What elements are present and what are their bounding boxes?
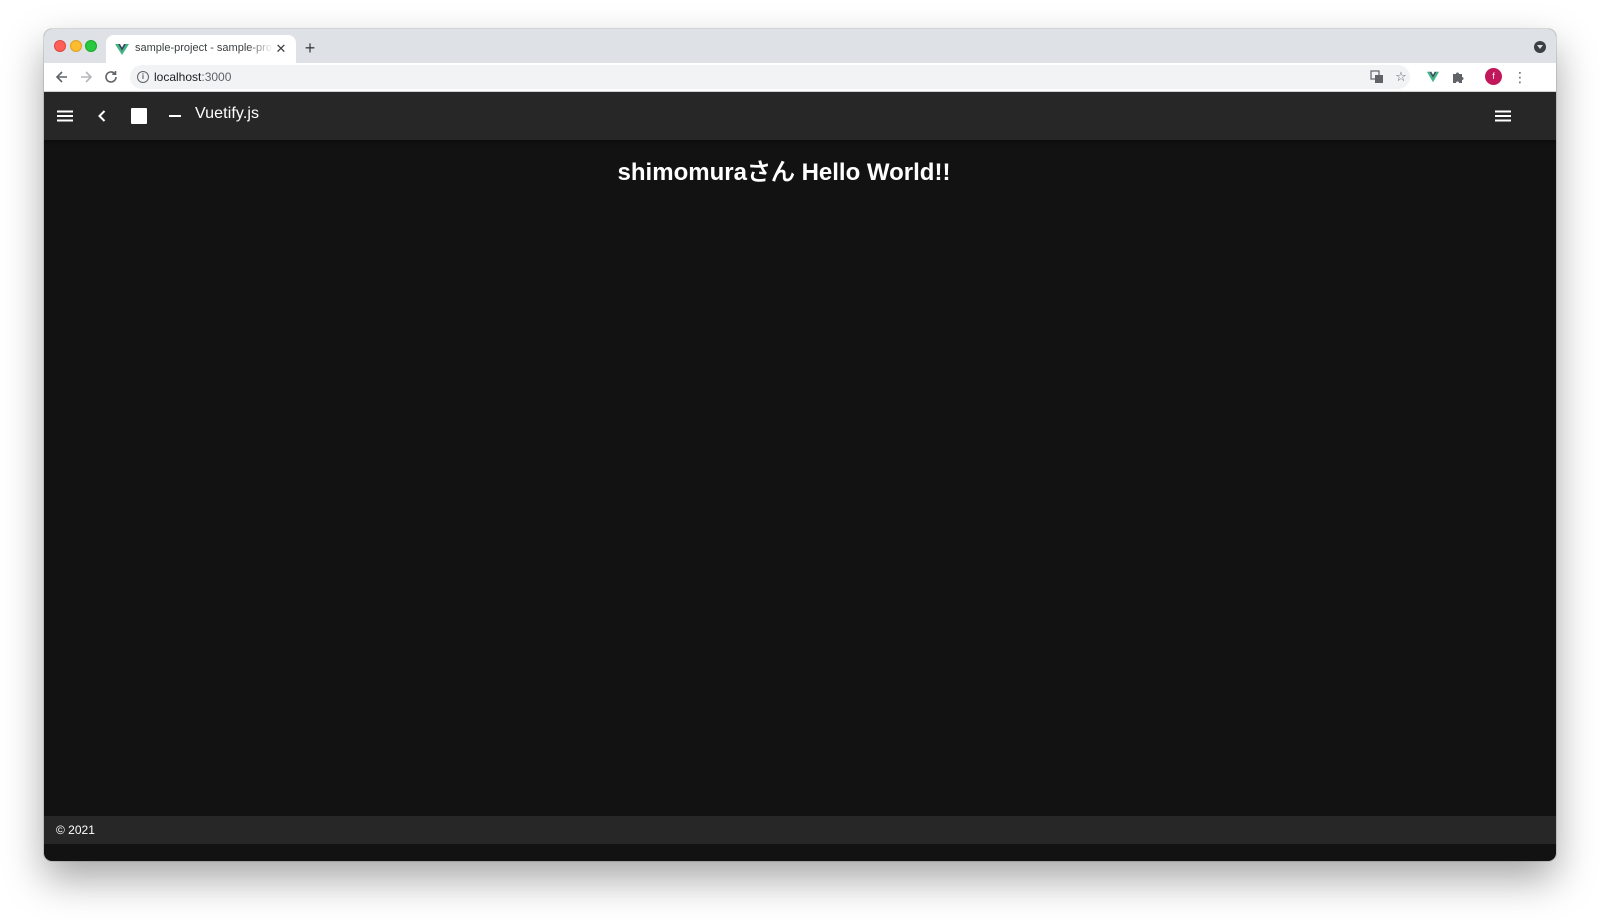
chevron-left-icon[interactable]	[90, 104, 114, 128]
vue-logo-icon	[115, 44, 129, 55]
vue-devtools-extension-icon[interactable]	[1424, 68, 1442, 86]
tab-title: sample-project - sample-project	[135, 42, 273, 54]
site-info-icon[interactable]: i	[137, 71, 149, 83]
forward-button[interactable]	[76, 67, 96, 87]
translate-icon[interactable]	[1368, 68, 1386, 86]
arrow-right-icon	[81, 71, 93, 83]
puzzle-glyph	[1453, 72, 1464, 83]
close-window-button[interactable]	[54, 40, 66, 52]
app-footer: © 2021	[44, 816, 1556, 844]
right-drawer-menu-icon[interactable]	[1491, 104, 1515, 128]
tab-search-icon[interactable]	[1534, 41, 1546, 53]
close-tab-icon[interactable]: ✕	[274, 42, 288, 56]
url-host: localhost	[154, 70, 202, 84]
tab-strip: sample-project - sample-project ✕ +	[44, 29, 1556, 63]
bookmark-star-icon[interactable]: ☆	[1392, 68, 1410, 86]
extensions-puzzle-icon[interactable]	[1449, 68, 1467, 86]
app-title: Vuetify.js	[195, 105, 260, 122]
browser-toolbar: i localhost:3000 ☆ f ⋮	[44, 63, 1556, 92]
browser-menu-icon[interactable]: ⋮	[1513, 68, 1527, 86]
app-bar: Vuetify.js	[44, 92, 1556, 140]
arrow-left-icon	[55, 71, 67, 83]
vue-extension-glyph	[1426, 71, 1440, 83]
application-window-icon[interactable]	[127, 104, 151, 128]
url-text[interactable]: localhost:3000	[154, 70, 231, 84]
nav-drawer-menu-icon[interactable]	[53, 104, 77, 128]
translate-glyph	[1370, 70, 1383, 83]
page-headline: shimomuraさん Hello World!!	[617, 159, 951, 186]
maximize-window-button[interactable]	[85, 40, 97, 52]
reload-button[interactable]	[101, 67, 121, 87]
profile-avatar[interactable]: f	[1485, 68, 1502, 85]
browser-tab[interactable]: sample-project - sample-project ✕	[106, 35, 296, 63]
back-button[interactable]	[52, 67, 72, 87]
address-bar[interactable]: i localhost:3000 ☆	[130, 65, 1410, 89]
minus-icon[interactable]	[163, 104, 187, 128]
url-port: :3000	[201, 70, 232, 84]
main-content: shimomuraさん Hello World!!	[44, 140, 1556, 816]
footer-copyright: © 2021	[56, 823, 95, 837]
new-tab-button[interactable]: +	[300, 38, 320, 58]
browser-window: sample-project - sample-project ✕ + i lo…	[44, 29, 1556, 861]
reload-icon	[105, 71, 117, 83]
minimize-window-button[interactable]	[70, 40, 82, 52]
